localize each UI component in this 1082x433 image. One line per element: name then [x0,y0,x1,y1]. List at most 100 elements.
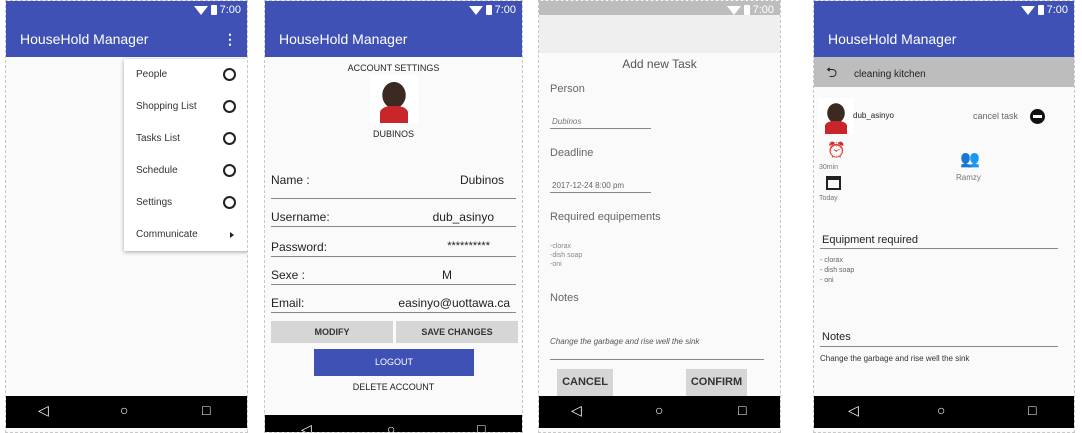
recent-apps-button[interactable]: □ [738,402,746,418]
username: dub_asinyo [853,111,894,120]
field-email-label: Email: [271,296,305,310]
home-button[interactable]: ○ [387,421,395,432]
field-sex-label: Sexe : [271,268,306,282]
battery-icon [210,5,217,15]
notes-label: Notes [822,331,851,343]
field-username-value[interactable]: dub_asinyo [433,210,494,224]
alarm-clock-icon: ⏰ [827,142,846,159]
notes-input[interactable]: Change the garbage and rise well the sin… [550,337,699,346]
field-name-label: Name : [271,173,310,187]
equipment-line: - clorax [820,257,843,264]
modify-button[interactable]: MODIFY [271,321,393,343]
back-button[interactable]: ◁ [571,402,582,419]
radio-icon [223,164,236,177]
divider [550,128,651,129]
screen-task-detail: 7:00 HouseHold Manager ⮌ cleaning kitche… [813,0,1075,433]
divider [271,284,516,285]
wifi-icon [468,5,483,15]
dialog-title: Add new Task [622,57,697,71]
equipment-line: -oni [550,261,562,268]
field-password-value[interactable]: ********** [447,240,490,252]
divider [550,359,764,360]
people-icon: 👥 [960,151,980,168]
divider [550,192,651,193]
status-time: 7:00 [219,4,241,16]
person-input[interactable]: Dubinos [552,117,581,126]
home-button[interactable]: ○ [937,402,945,418]
equipment-line: - dish soap [820,267,855,274]
app-bar: HouseHold Manager [265,19,522,57]
deadline-input[interactable]: 2017-12-24 8:00 pm [552,181,624,190]
deadline-label: Deadline [550,147,594,159]
equipment-label: Required equipements [550,211,661,223]
overflow-menu-icon[interactable]: ⋮ [223,31,237,48]
confirm-button[interactable]: CONFIRM [686,369,747,396]
divider [820,248,1058,249]
submenu-arrow-icon [230,232,234,238]
field-name-value[interactable]: Dubinos [460,173,504,187]
menu-item-settings[interactable]: Settings [124,187,247,219]
radio-icon [223,196,236,209]
equipment-line: -clorax [550,243,572,250]
equipment-line: -dish soap [550,252,583,259]
save-changes-button[interactable]: SAVE CHANGES [396,321,518,343]
app-title: HouseHold Manager [279,31,408,47]
battery-icon [1037,5,1044,15]
menu-item-shopping-list[interactable]: Shopping List [124,91,247,123]
cancel-task-icon[interactable] [1030,109,1045,124]
screen-add-task: 7:00 Add new Task Person Dubinos Deadlin… [538,0,781,433]
equipment-label: Equipment required [822,234,919,246]
back-arrow-icon[interactable]: ⮌ [826,62,837,86]
wifi-icon [193,5,208,15]
delete-account-link[interactable]: DELETE ACCOUNT [265,382,522,392]
divider [271,198,516,199]
battery-icon [485,5,492,15]
notes-text: Change the garbage and rise well the sin… [820,354,970,363]
recent-apps-button[interactable]: □ [202,402,210,418]
back-button[interactable]: ◁ [38,402,49,419]
recent-apps-button[interactable]: □ [477,421,485,432]
screen-main-menu: 7:00 HouseHold Manager ⋮ People Shopping… [5,0,248,433]
cancel-button[interactable]: CANCEL [557,369,613,396]
home-button[interactable]: ○ [655,402,663,418]
wifi-icon [1020,5,1035,15]
overflow-menu: People Shopping List Tasks List Schedule… [124,59,247,251]
field-sex-value[interactable]: M [442,268,452,282]
menu-item-tasks-list[interactable]: Tasks List [124,123,247,155]
notes-label: Notes [550,292,579,304]
dialog-header [539,15,780,53]
divider [820,346,1058,347]
assignee: Ramzy [956,173,981,182]
menu-item-schedule[interactable]: Schedule [124,155,247,187]
nav-bar: ◁ ○ □ [265,415,522,432]
person-label: Person [550,83,585,95]
divider [271,226,516,227]
nav-bar: ◁ ○ □ [6,396,247,428]
status-time: 7:00 [494,4,516,16]
back-button[interactable]: ◁ [301,421,312,432]
section-title: ACCOUNT SETTINGS [347,63,440,73]
status-bar: 7:00 [265,1,522,19]
menu-item-communicate[interactable]: Communicate [124,219,247,251]
menu-item-people[interactable]: People [124,59,247,91]
app-title: HouseHold Manager [828,31,957,47]
home-button[interactable]: ○ [120,402,128,418]
screen-account-settings: 7:00 HouseHold Manager ACCOUNT SETTINGS … [264,0,523,433]
app-bar: HouseHold Manager [814,19,1074,57]
field-email-value[interactable]: easinyo@uottawa.ca [398,296,510,310]
nav-bar: ◁ ○ □ [814,396,1074,428]
task-title: cleaning kitchen [854,69,926,80]
task-header: ⮌ cleaning kitchen [814,57,1074,87]
radio-icon [223,132,236,145]
avatar [818,98,854,134]
display-name: DUBINOS [372,129,414,139]
field-password-label: Password: [271,240,328,254]
date: Today [819,195,838,202]
logout-button[interactable]: LOGOUT [314,349,474,376]
duration: 30min [819,164,839,171]
equipment-line: - oni [820,277,834,284]
battery-icon [743,5,750,15]
recent-apps-button[interactable]: □ [1028,402,1036,418]
back-button[interactable]: ◁ [848,402,859,419]
app-bar: HouseHold Manager ⋮ [6,19,247,57]
